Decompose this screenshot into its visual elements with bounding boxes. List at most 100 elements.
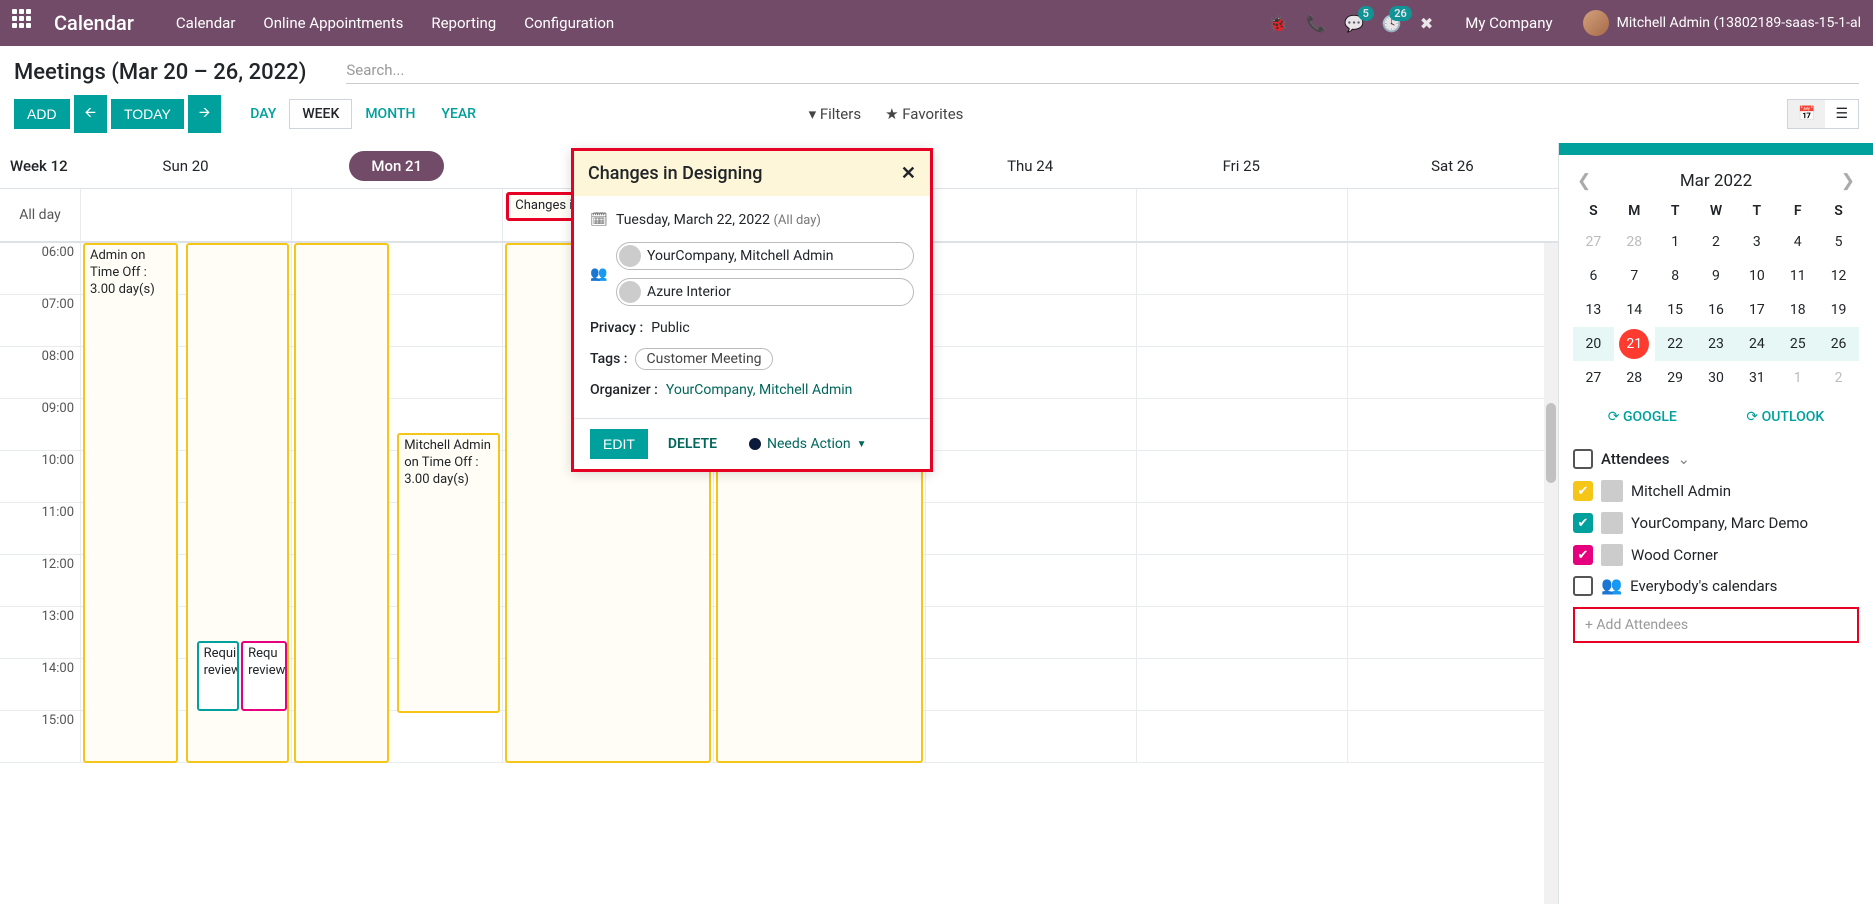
user-menu[interactable]: Mitchell Admin (13802189-saas-15-1-al bbox=[1583, 10, 1861, 36]
organizer-link[interactable]: YourCompany, Mitchell Admin bbox=[666, 382, 853, 398]
day-header-mon[interactable]: Mon 21 bbox=[291, 151, 502, 181]
tools-icon[interactable]: ✖ bbox=[1420, 14, 1433, 33]
sidebar: ❮ Mar 2022 ❯ S M T W T F S 2728123456789… bbox=[1559, 143, 1873, 904]
mini-cal-day[interactable]: 9 bbox=[1696, 259, 1737, 293]
attendee-item[interactable]: 👥 Everybody's calendars bbox=[1573, 571, 1859, 601]
filters-button[interactable]: ▾ Filters bbox=[809, 105, 862, 123]
mini-cal-day[interactable]: 16 bbox=[1696, 293, 1737, 327]
mini-cal-day[interactable]: 20 bbox=[1573, 327, 1614, 361]
attendee-checkbox[interactable]: ✔ bbox=[1573, 545, 1593, 565]
day-col-sat[interactable] bbox=[1347, 243, 1558, 763]
menu-configuration[interactable]: Configuration bbox=[510, 2, 628, 44]
mini-cal-day[interactable]: 18 bbox=[1777, 293, 1818, 327]
scrollbar[interactable] bbox=[1544, 243, 1558, 904]
needs-action-dropdown[interactable]: Needs Action ▼ bbox=[749, 436, 867, 452]
mini-cal-day[interactable]: 22 bbox=[1655, 327, 1696, 361]
mini-cal-day[interactable]: 23 bbox=[1696, 327, 1737, 361]
mini-cal-day[interactable]: 30 bbox=[1696, 361, 1737, 395]
menu-reporting[interactable]: Reporting bbox=[417, 2, 510, 44]
mini-cal-day[interactable]: 14 bbox=[1614, 293, 1655, 327]
mini-cal-next-icon[interactable]: ❯ bbox=[1841, 171, 1855, 191]
next-button[interactable]: 🡪 bbox=[188, 95, 221, 133]
mini-cal-prev-icon[interactable]: ❮ bbox=[1577, 171, 1591, 191]
mini-cal-day[interactable]: 1 bbox=[1655, 225, 1696, 259]
attendee-checkbox[interactable]: ✔ bbox=[1573, 481, 1593, 501]
mini-cal-day[interactable]: 31 bbox=[1736, 361, 1777, 395]
menu-online-appointments[interactable]: Online Appointments bbox=[249, 2, 417, 44]
range-week[interactable]: WEEK bbox=[289, 99, 352, 129]
mini-cal-day[interactable]: 26 bbox=[1818, 327, 1859, 361]
attendee-checkbox[interactable] bbox=[1573, 576, 1593, 596]
mini-cal-day[interactable]: 28 bbox=[1614, 225, 1655, 259]
close-icon[interactable]: ✕ bbox=[901, 163, 916, 184]
attendee-item[interactable]: ✔ Mitchell Admin bbox=[1573, 475, 1859, 507]
mini-cal-day[interactable]: 21 bbox=[1619, 329, 1649, 359]
mini-cal-day[interactable]: 1 bbox=[1777, 361, 1818, 395]
day-header-fri[interactable]: Fri 25 bbox=[1136, 157, 1347, 175]
day-col-mon[interactable]: Mitchell Admin on Time Off : 3.00 day(s) bbox=[291, 243, 502, 763]
mini-cal-day[interactable]: 29 bbox=[1655, 361, 1696, 395]
mini-cal-day[interactable]: 3 bbox=[1736, 225, 1777, 259]
day-header-sun[interactable]: Sun 20 bbox=[80, 157, 291, 175]
apps-menu-icon[interactable] bbox=[12, 9, 40, 37]
view-calendar-icon[interactable]: 📅 bbox=[1788, 100, 1825, 128]
messages-icon[interactable]: 💬5 bbox=[1344, 14, 1364, 33]
mini-cal-day[interactable]: 15 bbox=[1655, 293, 1696, 327]
attendee-item[interactable]: ✔ YourCompany, Marc Demo bbox=[1573, 507, 1859, 539]
add-attendees-input[interactable]: + Add Attendees bbox=[1573, 607, 1859, 643]
sync-outlook-button[interactable]: ⟳ OUTLOOK bbox=[1746, 409, 1824, 425]
mini-cal-day[interactable]: 12 bbox=[1818, 259, 1859, 293]
event-review-a[interactable]: Requir review bbox=[197, 641, 240, 711]
edit-button[interactable]: EDIT bbox=[590, 429, 648, 459]
activities-icon[interactable]: 🕓26 bbox=[1382, 14, 1402, 33]
delete-button[interactable]: DELETE bbox=[668, 436, 717, 452]
search-input[interactable]: Search... bbox=[346, 61, 1859, 84]
view-list-icon[interactable]: ☰ bbox=[1825, 100, 1858, 128]
mini-cal-day[interactable]: 27 bbox=[1573, 361, 1614, 395]
day-col-sun[interactable]: Admin on Time Off : 3.00 day(s) Requir r… bbox=[80, 243, 291, 763]
day-header-thu[interactable]: Thu 24 bbox=[925, 157, 1136, 175]
mini-cal-day[interactable]: 24 bbox=[1736, 327, 1777, 361]
day-header-sat[interactable]: Sat 26 bbox=[1347, 157, 1558, 175]
sync-google-button[interactable]: ⟳ GOOGLE bbox=[1608, 409, 1677, 425]
mini-cal-day[interactable]: 13 bbox=[1573, 293, 1614, 327]
range-year[interactable]: YEAR bbox=[428, 99, 489, 129]
attendee-pill[interactable]: Azure Interior bbox=[616, 278, 914, 306]
attendee-checkbox[interactable]: ✔ bbox=[1573, 513, 1593, 533]
day-col-fri[interactable] bbox=[1136, 243, 1347, 763]
mini-cal-day[interactable]: 10 bbox=[1736, 259, 1777, 293]
mini-cal-day[interactable]: 7 bbox=[1614, 259, 1655, 293]
range-day[interactable]: DAY bbox=[237, 99, 289, 129]
prev-button[interactable]: 🡨 bbox=[74, 95, 107, 133]
mini-cal-day[interactable]: 2 bbox=[1696, 225, 1737, 259]
today-button[interactable]: TODAY bbox=[111, 99, 184, 129]
range-month[interactable]: MONTH bbox=[352, 99, 428, 129]
event-review-b[interactable]: Requ review bbox=[241, 641, 287, 711]
bug-icon[interactable]: 🐞 bbox=[1268, 14, 1288, 33]
company-switcher[interactable]: My Company bbox=[1451, 2, 1566, 44]
menu-calendar[interactable]: Calendar bbox=[162, 2, 250, 44]
mini-cal-day[interactable]: 11 bbox=[1777, 259, 1818, 293]
event-timeoff-sun[interactable]: Admin on Time Off : 3.00 day(s) bbox=[83, 243, 178, 763]
mini-cal-day[interactable]: 4 bbox=[1777, 225, 1818, 259]
tag-pill[interactable]: Customer Meeting bbox=[635, 348, 772, 370]
favorites-button[interactable]: ★ Favorites bbox=[885, 105, 963, 123]
mini-cal-day[interactable]: 28 bbox=[1614, 361, 1655, 395]
event-timeoff-mon[interactable]: Mitchell Admin on Time Off : 3.00 day(s) bbox=[397, 433, 500, 713]
mini-cal-day[interactable]: 19 bbox=[1818, 293, 1859, 327]
mini-cal-day[interactable]: 6 bbox=[1573, 259, 1614, 293]
add-button[interactable]: ADD bbox=[14, 99, 70, 129]
mini-cal-day[interactable]: 2 bbox=[1818, 361, 1859, 395]
mini-cal-day[interactable]: 27 bbox=[1573, 225, 1614, 259]
chevron-down-icon[interactable]: ⌄ bbox=[1677, 450, 1690, 468]
day-col-thu[interactable] bbox=[925, 243, 1136, 763]
phone-icon[interactable]: 📞 bbox=[1306, 14, 1326, 33]
mini-cal-day[interactable]: 8 bbox=[1655, 259, 1696, 293]
attendee-item[interactable]: ✔ Wood Corner bbox=[1573, 539, 1859, 571]
attendee-pill[interactable]: YourCompany, Mitchell Admin bbox=[616, 242, 914, 270]
mini-cal-day[interactable]: 5 bbox=[1818, 225, 1859, 259]
mini-cal-day[interactable]: 17 bbox=[1736, 293, 1777, 327]
attendees-checkbox-all[interactable] bbox=[1573, 449, 1593, 469]
mini-cal-day[interactable]: 25 bbox=[1777, 327, 1818, 361]
event-yellow-mon-left[interactable] bbox=[294, 243, 389, 763]
